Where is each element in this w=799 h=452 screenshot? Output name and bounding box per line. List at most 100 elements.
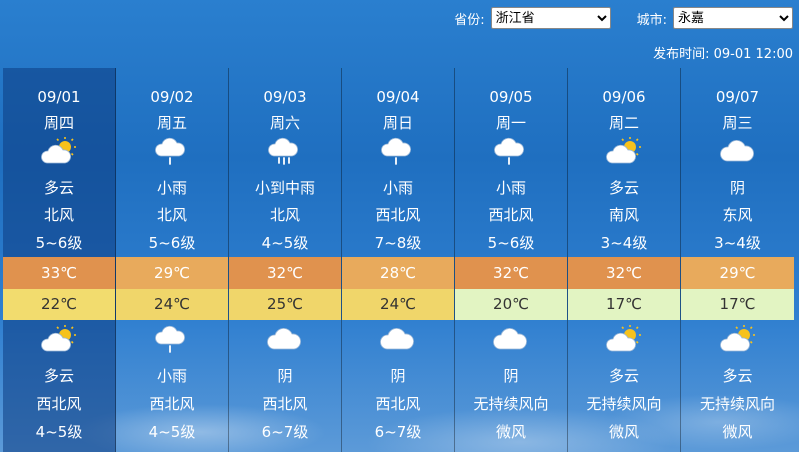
light-rain-icon: [342, 136, 454, 166]
high-temperature: 28℃: [342, 257, 454, 289]
day-date: 09/05: [489, 88, 533, 106]
forecast-day-6: 09/06 周二 多云 南风 3~4级 多云 无持续风向 微风 32℃ 17℃: [568, 68, 681, 452]
low-temperature: 24℃: [342, 289, 454, 320]
province-label: 省份:: [454, 12, 485, 28]
day-condition: 小雨: [495, 179, 526, 197]
low-temperature: 17℃: [568, 289, 680, 320]
high-temperature: 32℃: [229, 257, 341, 289]
partly-cloudy-icon: [568, 324, 680, 354]
day-wind-power: 4~5级: [261, 234, 309, 252]
day-date: 09/02: [150, 88, 194, 106]
night-wind-power: 6~7级: [261, 423, 309, 441]
day-weekday: 周四: [43, 114, 74, 132]
seven-day-forecast: 09/01 周四 多云 北风 5~6级 多云 西北风 4~5级 33℃ 22℃ 09/02 周五 小雨北…: [3, 68, 796, 452]
partly-cloudy-icon: [681, 324, 794, 354]
partly-cloudy-icon: [3, 136, 115, 166]
day-weekday: 周五: [156, 114, 187, 132]
day-wind-power: 5~6级: [487, 234, 535, 252]
light-rain-icon: [116, 324, 228, 354]
day-wind-power: 5~6级: [35, 234, 83, 252]
night-wind-power: 微风: [495, 423, 526, 441]
day-wind-power: 5~6级: [148, 234, 196, 252]
day-wind-direction: 北风: [269, 206, 300, 224]
night-wind-direction: 西北风: [36, 395, 82, 413]
night-wind-direction: 西北风: [262, 395, 308, 413]
day-date: 09/01: [37, 88, 81, 106]
day-condition: 多云: [608, 179, 639, 197]
night-condition: 多云: [722, 367, 753, 385]
province-select[interactable]: 浙江省: [490, 7, 611, 29]
forecast-day-7: 09/07 周三阴东风 3~4级多云无持续风向微风 29℃ 17℃: [681, 68, 794, 452]
night-condition: 多云: [43, 367, 74, 385]
high-temperature: 32℃: [455, 257, 567, 289]
publish-time-info: 发布时间: 09-01 12:00: [653, 43, 793, 62]
location-selector-bar: 省份: 浙江省 城市: 永嘉: [454, 6, 793, 30]
night-wind-direction: 西北风: [375, 395, 421, 413]
night-condition: 阴: [390, 367, 406, 385]
low-temperature: 24℃: [116, 289, 228, 320]
night-condition: 小雨: [156, 367, 187, 385]
day-wind-direction: 西北风: [488, 206, 534, 224]
day-wind-direction: 北风: [43, 206, 74, 224]
forecast-day-3: 09/03 周六小到中雨北风 4~5级阴西北风 6~7级 32℃ 25℃: [229, 68, 342, 452]
night-wind-direction: 无持续风向: [699, 395, 775, 413]
low-temperature: 20℃: [455, 289, 567, 320]
cloudy-icon: [455, 324, 567, 354]
city-label: 城市:: [636, 12, 667, 28]
night-condition: 多云: [608, 367, 639, 385]
day-weekday: 周一: [495, 114, 526, 132]
day-condition: 小雨: [382, 179, 413, 197]
day-date: 09/06: [602, 88, 646, 106]
cloudy-icon: [681, 136, 794, 166]
day-wind-direction: 北风: [156, 206, 187, 224]
forecast-day-4: 09/04 周日 小雨 西北风 7~8级阴西北风 6~7级 28℃ 24℃: [342, 68, 455, 452]
night-wind-power: 微风: [722, 423, 753, 441]
day-condition: 小到中雨: [254, 179, 315, 197]
day-weekday: 周六: [269, 114, 300, 132]
night-wind-power: 微风: [608, 423, 639, 441]
day-date: 09/07: [715, 88, 760, 106]
partly-cloudy-icon: [3, 324, 115, 354]
day-condition: 小雨: [156, 179, 187, 197]
day-condition: 多云: [43, 179, 74, 197]
forecast-day-1: 09/01 周四 多云 北风 5~6级 多云 西北风 4~5级 33℃ 22℃: [3, 68, 116, 452]
high-temperature: 29℃: [116, 257, 228, 289]
city-select[interactable]: 永嘉: [673, 7, 793, 29]
night-wind-direction: 西北风: [149, 395, 195, 413]
publish-label: 发布时间:: [653, 47, 710, 62]
day-wind-direction: 南风: [608, 206, 639, 224]
day-weekday: 周日: [382, 114, 413, 132]
low-temperature: 17℃: [681, 289, 794, 320]
low-temperature: 25℃: [229, 289, 341, 320]
day-date: 09/04: [376, 88, 420, 106]
cloudy-icon: [229, 324, 341, 354]
night-wind-direction: 无持续风向: [586, 395, 662, 413]
high-temperature: 32℃: [568, 257, 680, 289]
publish-time: 09-01 12:00: [713, 47, 793, 62]
day-wind-power: 3~4级: [714, 234, 761, 252]
low-temperature: 22℃: [3, 289, 115, 320]
cloudy-icon: [342, 324, 454, 354]
day-wind-power: 7~8级: [374, 234, 422, 252]
night-condition: 阴: [503, 367, 519, 385]
night-condition: 阴: [277, 367, 293, 385]
day-date: 09/03: [263, 88, 307, 106]
high-temperature: 33℃: [3, 257, 115, 289]
forecast-day-5: 09/05 周一小雨西北风 5~6级阴无持续风向微风 32℃ 20℃: [455, 68, 568, 452]
high-temperature: 29℃: [681, 257, 794, 289]
partly-cloudy-icon: [568, 136, 680, 166]
moderate-rain-icon: [229, 136, 341, 166]
day-weekday: 周三: [722, 114, 753, 132]
night-wind-power: 4~5级: [35, 423, 83, 441]
day-wind-direction: 东风: [722, 206, 753, 224]
night-wind-power: 4~5级: [148, 423, 196, 441]
night-wind-direction: 无持续风向: [473, 395, 549, 413]
day-weekday: 周二: [608, 114, 639, 132]
forecast-day-2: 09/02 周五 小雨 北风 5~6级 小雨 西北风 4~5级 29℃ 24℃: [116, 68, 229, 452]
night-wind-power: 6~7级: [374, 423, 422, 441]
day-wind-power: 3~4级: [600, 234, 648, 252]
light-rain-icon: [116, 136, 228, 166]
day-wind-direction: 西北风: [375, 206, 421, 224]
light-rain-icon: [455, 136, 567, 166]
day-condition: 阴: [729, 179, 745, 197]
